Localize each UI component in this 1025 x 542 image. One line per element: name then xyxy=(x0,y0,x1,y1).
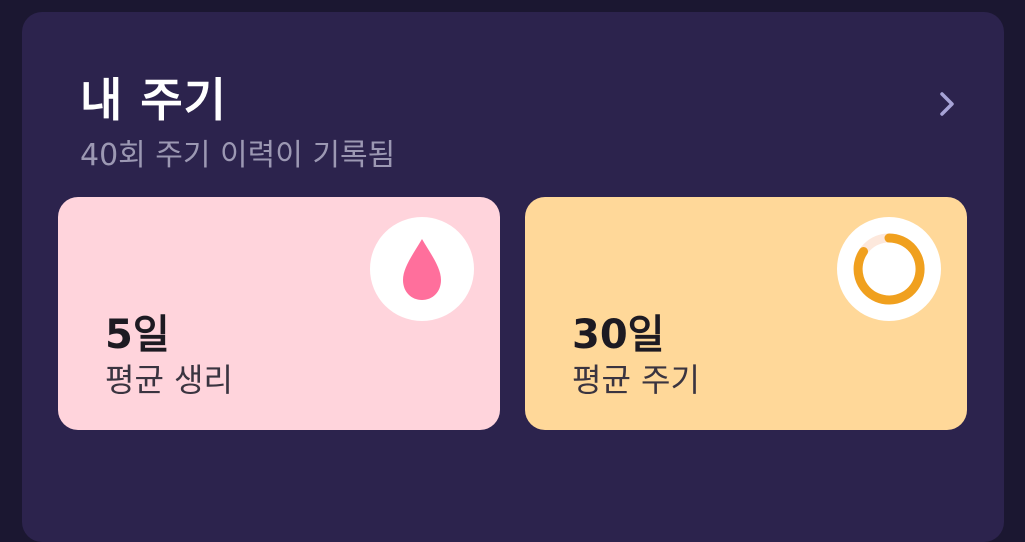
average-cycle-value: 30일 xyxy=(572,312,665,358)
average-period-label: 평균 생리 xyxy=(105,361,233,399)
blood-drop-icon xyxy=(370,217,474,321)
cycle-summary-panel[interactable]: 내 주기 40회 주기 이력이 기록됨 5일 평균 생리 30일 평균 주기 xyxy=(22,12,1004,542)
history-count-text: 40회 주기 이력이 기록됨 xyxy=(80,138,396,173)
average-cycle-label: 평균 주기 xyxy=(572,361,700,399)
chevron-right-icon[interactable] xyxy=(934,91,960,117)
average-period-card[interactable]: 5일 평균 생리 xyxy=(58,197,500,430)
average-cycle-card[interactable]: 30일 평균 주기 xyxy=(525,197,967,430)
average-period-value: 5일 xyxy=(105,312,170,358)
section-title: 내 주기 xyxy=(80,73,227,127)
cycle-ring-icon xyxy=(837,217,941,321)
